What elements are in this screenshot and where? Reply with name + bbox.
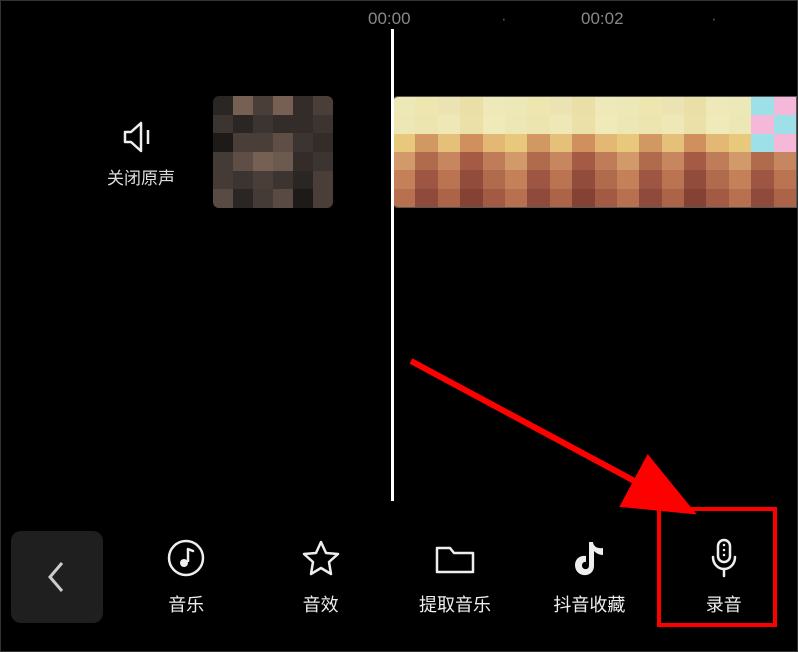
music-button[interactable]: 音乐: [130, 529, 242, 625]
timeline-ruler: 00:00 · 00:02 ·: [1, 9, 797, 29]
speaker-icon: [101, 120, 181, 154]
timestamp-marker: 00:02: [581, 9, 624, 29]
douyin-fav-label: 抖音收藏: [553, 591, 625, 617]
mute-label: 关闭原声: [101, 164, 181, 189]
music-label: 音乐: [168, 591, 204, 617]
star-icon: [301, 537, 341, 579]
video-clip[interactable]: [392, 96, 797, 208]
bottom-toolbar: 音乐 音效 提取音乐 抖音收藏: [1, 503, 797, 651]
mute-original-sound-button[interactable]: 关闭原声: [101, 120, 181, 189]
music-note-icon: [166, 537, 206, 579]
microphone-icon: [707, 537, 741, 579]
sfx-label: 音效: [303, 591, 339, 617]
playhead[interactable]: [391, 29, 394, 501]
ruler-tick: ·: [501, 9, 507, 29]
douyin-icon: [571, 537, 607, 579]
back-button[interactable]: [11, 531, 103, 623]
clip-thumbnail[interactable]: [213, 96, 333, 208]
ruler-tick: ·: [711, 9, 717, 29]
extract-music-button[interactable]: 提取音乐: [399, 529, 511, 625]
timestamp-start: 00:00: [368, 9, 411, 29]
folder-icon: [434, 537, 476, 579]
record-button[interactable]: 录音: [668, 529, 780, 625]
chevron-left-icon: [44, 557, 70, 597]
douyin-favorites-button[interactable]: 抖音收藏: [533, 529, 645, 625]
record-label: 录音: [706, 591, 742, 617]
extract-label: 提取音乐: [419, 591, 491, 617]
sfx-button[interactable]: 音效: [265, 529, 377, 625]
